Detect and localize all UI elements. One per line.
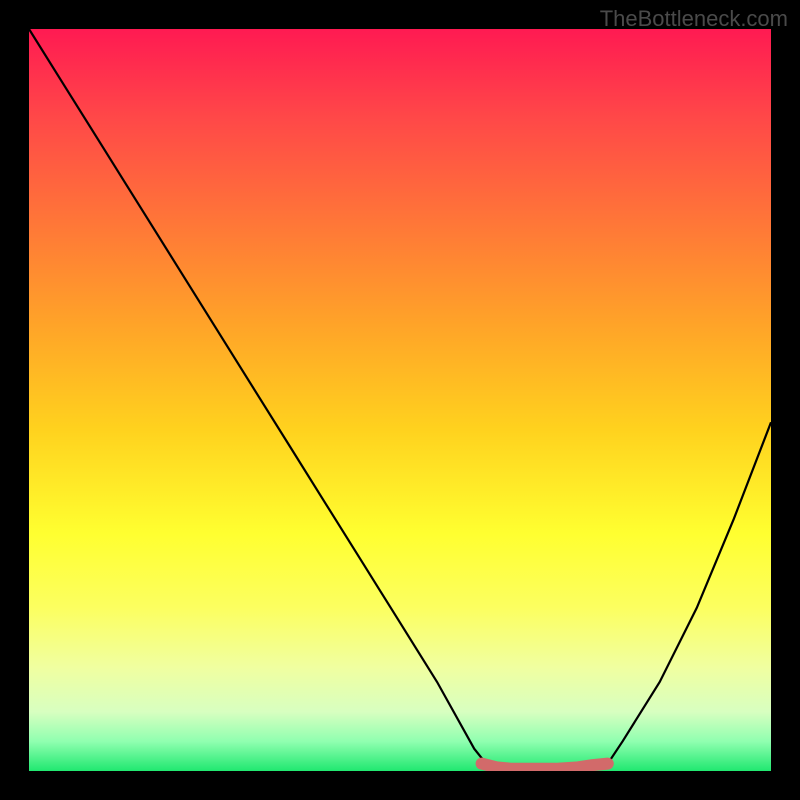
chart-svg <box>29 29 771 771</box>
plot-area <box>29 29 771 771</box>
bottleneck-curve <box>29 29 771 770</box>
flat-zone-marker <box>482 764 608 769</box>
watermark-text: TheBottleneck.com <box>600 6 788 32</box>
